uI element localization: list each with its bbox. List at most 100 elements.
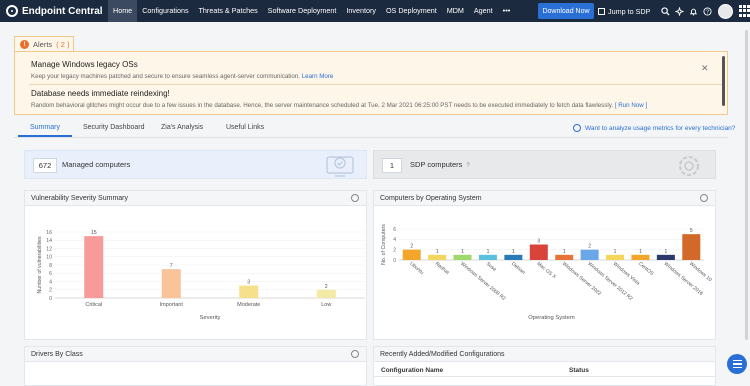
nav-home[interactable]: Home [108, 0, 138, 22]
chart-bar [606, 254, 625, 260]
configurations-table-header: Configuration Name Status [374, 363, 715, 377]
nav-os-deployment[interactable]: OS Deployment [381, 0, 442, 22]
run-now-link[interactable]: [ Run Now ] [615, 102, 647, 109]
alert-title: Database needs immediate reindexing! [31, 89, 170, 98]
y-tick-label: 2 [393, 247, 396, 253]
quick-launch-icon[interactable] [672, 0, 686, 22]
chart-bar [84, 236, 104, 298]
managed-computers-card[interactable]: 672 Managed computers [24, 150, 367, 179]
data-label: 1 [614, 249, 617, 255]
x-tick-label: CentOS [637, 261, 655, 277]
gear-illustration-icon [679, 156, 699, 176]
app-grid-icon[interactable] [739, 5, 750, 17]
refresh-icon[interactable] [351, 194, 359, 202]
nav-software-deployment[interactable]: Software Deployment [263, 0, 342, 22]
chart-bar [402, 249, 421, 260]
drivers-by-class-panel: Drivers By Class [24, 346, 367, 386]
top-utility-icons: ? [658, 0, 750, 22]
close-icon[interactable]: ✕ [701, 63, 709, 74]
menu-line-icon [732, 359, 742, 362]
refresh-icon[interactable] [351, 350, 359, 358]
nav-inventory[interactable]: Inventory [341, 0, 381, 22]
chart-bar [580, 249, 599, 260]
column-configuration-name: Configuration Name [381, 367, 444, 374]
alerts-scrollbar[interactable] [722, 56, 725, 106]
user-avatar[interactable] [718, 3, 733, 19]
panel-header: Vulnerability Severity Summary [25, 191, 366, 206]
nav-configurations[interactable]: Configurations [137, 0, 193, 22]
panel-header: Drivers By Class [25, 347, 366, 362]
y-axis-label: Number of vulnerabilities [37, 236, 43, 293]
nav-mdm[interactable]: MDM [442, 0, 469, 22]
data-label: 2 [588, 244, 591, 250]
computers-by-os-panel: Computers by Operating System No. of Com… [373, 190, 716, 340]
tab-security-dashboard[interactable]: Security Dashboard [83, 124, 144, 131]
recent-configurations-panel: Recently Added/Modified Configurations C… [373, 346, 716, 386]
top-navigation-bar: Endpoint Central Home Configurations Thr… [0, 0, 750, 22]
page-scrollbar[interactable] [745, 30, 748, 340]
tab-zias-analysis[interactable]: Zia's Analysis [161, 124, 203, 131]
y-tick-label: 12 [46, 246, 52, 252]
nav-threats-patches[interactable]: Threats & Patches [194, 0, 263, 22]
data-label: 1 [436, 249, 439, 255]
usage-metrics-link[interactable]: Want to analyze usage metrics for every … [573, 124, 735, 132]
alerts-tab[interactable]: ! Alerts ( 2 ) [14, 36, 74, 52]
x-axis-label: Operating System [528, 315, 575, 321]
download-now-button[interactable]: Download Now [538, 3, 594, 19]
tab-useful-links[interactable]: Useful Links [226, 124, 264, 131]
x-tick-label: Suse [485, 261, 498, 273]
x-tick-label: Critical [85, 302, 102, 308]
x-tick-label: Windows Server 2012 R2 [586, 261, 633, 302]
chart-bar [453, 254, 472, 260]
help-icon[interactable]: ? [700, 0, 714, 22]
y-tick-label: 6 [393, 227, 396, 233]
nav-more[interactable]: ••• [498, 0, 516, 22]
svg-text:?: ? [706, 9, 709, 15]
chart-bar [555, 254, 574, 260]
bell-icon[interactable] [686, 0, 700, 22]
y-tick-label: 0 [49, 296, 52, 302]
data-label: 7 [170, 263, 173, 269]
y-tick-label: 16 [46, 230, 52, 236]
y-tick-label: 4 [393, 237, 396, 243]
sdp-computers-card[interactable]: 1 SDP computers? [373, 150, 716, 179]
x-axis-label: Severity [200, 315, 221, 321]
jump-to-sdp-link[interactable]: Jump to SDP [598, 0, 650, 22]
managed-count: 672 [33, 158, 57, 173]
help-icon[interactable]: ? [466, 163, 469, 169]
x-tick-label: Debian [510, 261, 526, 276]
divider [29, 84, 723, 85]
alert-description: Keep your legacy machines patched and se… [31, 73, 334, 80]
quick-menu-button[interactable] [727, 354, 747, 374]
y-tick-label: 8 [49, 263, 52, 269]
logo-icon [6, 5, 18, 17]
analytics-icon [573, 124, 581, 132]
vulnerability-bar-chart: Number of vulnerabilities 0 2 4 6 8 10 12 14 16 15… [37, 230, 365, 321]
x-tick-label: Low [321, 302, 331, 308]
x-tick-label: Windows Server 2008 R2 [459, 261, 506, 302]
learn-more-link[interactable]: Learn More [302, 73, 334, 80]
y-tick-label: 10 [46, 255, 52, 261]
external-link-icon [598, 7, 605, 15]
nav-agent[interactable]: Agent [469, 0, 498, 22]
alerts-count: ( 2 ) [56, 40, 70, 49]
data-label: 15 [91, 230, 97, 236]
vulnerability-severity-panel: Vulnerability Severity Summary Number of… [24, 190, 367, 340]
chart-bar [656, 254, 675, 260]
tab-summary[interactable]: Summary [30, 124, 60, 131]
y-tick-label: 2 [49, 288, 52, 294]
chart-bar [316, 289, 336, 298]
chart-bar [161, 269, 181, 298]
y-tick-label: 14 [46, 238, 52, 244]
refresh-icon[interactable] [700, 194, 708, 202]
app-title: Endpoint Central [22, 5, 103, 17]
y-axis-label: No. of Computers [381, 224, 387, 265]
sdp-count: 1 [382, 158, 402, 173]
data-label: 1 [563, 249, 566, 255]
data-label: 5 [690, 228, 693, 234]
data-label: 2 [410, 244, 413, 250]
alert-description: Random behavioral glitches might occur d… [31, 102, 648, 109]
app-logo[interactable]: Endpoint Central [6, 5, 108, 17]
search-icon[interactable] [658, 0, 672, 22]
alert-icon: ! [20, 40, 29, 49]
